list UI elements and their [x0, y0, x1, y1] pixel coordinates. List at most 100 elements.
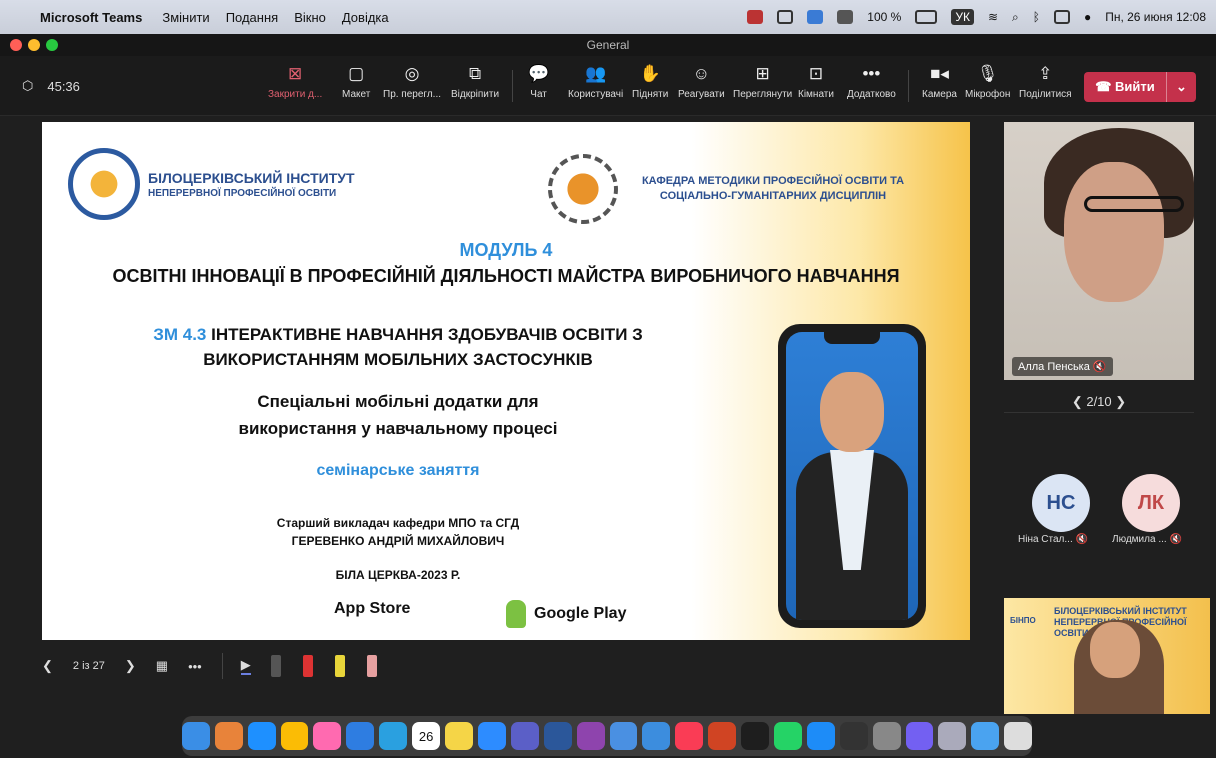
- macos-dock: 26: [181, 716, 1033, 756]
- downloads-folder-icon[interactable]: [971, 722, 1000, 750]
- prev-slide-icon[interactable]: ❮: [42, 658, 53, 674]
- status-app-icon-2[interactable]: [807, 10, 824, 24]
- shield-icon[interactable]: [777, 10, 794, 24]
- chat-button[interactable]: 💬 Чат: [528, 64, 549, 100]
- siri-icon[interactable]: ●: [1084, 10, 1091, 24]
- participant-video-main[interactable]: Алла Пенська 🔇: [1004, 122, 1194, 380]
- chrome-icon[interactable]: [280, 722, 309, 750]
- calendar-icon[interactable]: 26: [412, 722, 441, 750]
- finder-icon[interactable]: [181, 722, 210, 750]
- participant-avatar-1[interactable]: НС: [1032, 474, 1090, 532]
- next-slide-icon[interactable]: ❯: [125, 658, 136, 674]
- mic-label: Мікрофон: [965, 89, 1011, 100]
- word-icon[interactable]: [543, 722, 572, 750]
- camera-button[interactable]: ■◂ Камера: [922, 64, 957, 100]
- mic-off-icon: 🔇: [1169, 534, 1182, 545]
- participant-name-tag: Алла Пенська 🔇: [1012, 357, 1113, 376]
- share-button[interactable]: ⇪ Поділитися: [1019, 64, 1072, 100]
- chevron-down-icon[interactable]: ⌄: [1166, 72, 1196, 102]
- leave-button[interactable]: ☎ Вийти ⌄: [1084, 72, 1196, 102]
- close-share-button[interactable]: ⊠ Закрити д...: [268, 64, 322, 100]
- google-play-label: Google Play: [534, 605, 627, 622]
- menu-help[interactable]: Довідка: [342, 10, 389, 25]
- input-source[interactable]: УК: [951, 9, 974, 25]
- rooms-button[interactable]: ⊡ Кімнати: [798, 64, 834, 100]
- mic-button[interactable]: 🎙 Мікрофон: [965, 64, 1010, 100]
- pen-red-icon[interactable]: [302, 655, 313, 677]
- raise-hand-button[interactable]: ✋ Підняти: [632, 64, 668, 100]
- zoom-icon[interactable]: [477, 722, 506, 750]
- control-center-icon[interactable]: [1053, 10, 1070, 24]
- react-button[interactable]: ☺ Реагувати: [678, 64, 725, 100]
- menubar-clock[interactable]: Пн, 26 июня 12:08: [1105, 10, 1206, 24]
- lecturer-position: Старший викладач кафедри МПО та СГД: [276, 516, 520, 530]
- menu-app-name[interactable]: Microsoft Teams: [40, 10, 142, 25]
- eraser-icon[interactable]: [366, 655, 377, 677]
- photos-icon[interactable]: [313, 722, 342, 750]
- rooms-label: Кімнати: [798, 89, 834, 100]
- topic-line-2: використання у навчальному процесі: [238, 419, 558, 438]
- calculator-icon[interactable]: [839, 722, 868, 750]
- pages-icon[interactable]: [642, 722, 671, 750]
- powerpoint-icon[interactable]: [708, 722, 737, 750]
- minimize-window-button[interactable]: [28, 39, 40, 51]
- zoom-window-button[interactable]: [46, 39, 58, 51]
- institute-name: БІЛОЦЕРКІВСЬКИЙ ІНСТИТУТ НЕПЕРЕРВНОЇ ПРОФ…: [148, 170, 355, 202]
- wifi-icon[interactable]: ≋: [988, 10, 998, 24]
- notes-icon[interactable]: [445, 722, 473, 750]
- participant-avatar-2[interactable]: ЛК: [1122, 474, 1180, 532]
- pointer-tool-icon[interactable]: ▶: [240, 657, 251, 675]
- people-button[interactable]: 👥 Користувачі: [568, 64, 623, 100]
- bluetooth-icon[interactable]: ᛒ: [1033, 10, 1040, 24]
- pen-black-icon[interactable]: [270, 655, 281, 677]
- shield-icon: ⬡: [22, 78, 34, 93]
- chevron-right-icon[interactable]: ❯: [1115, 394, 1126, 409]
- mail-icon[interactable]: [346, 722, 375, 750]
- viber-icon[interactable]: [905, 722, 934, 750]
- layout-button[interactable]: ▢ Макет: [342, 64, 370, 100]
- teams-icon[interactable]: [510, 722, 539, 750]
- mic-off-icon: 🔇: [1092, 361, 1107, 373]
- photo-head: [820, 372, 884, 452]
- trash-icon[interactable]: [1004, 722, 1033, 750]
- slide-controls: ❮ 2 із 27 ❯ ▦ ••• ▶: [42, 646, 399, 686]
- battery-percent[interactable]: 100 %: [867, 10, 901, 24]
- slide-grid-icon[interactable]: ▦: [156, 658, 168, 674]
- view-label: Переглянути: [733, 89, 793, 100]
- menu-edit[interactable]: Змінити: [162, 10, 209, 25]
- view-button[interactable]: ⊞ Переглянути: [733, 64, 792, 100]
- screen-share-icon[interactable]: [938, 722, 967, 750]
- battery-icon[interactable]: [915, 10, 938, 24]
- participant-name: Алла Пенська: [1018, 361, 1090, 373]
- pager-value: 2/10: [1086, 394, 1112, 409]
- safari-icon[interactable]: [247, 722, 276, 750]
- eye-icon: ◎: [404, 64, 420, 83]
- music-icon[interactable]: [675, 722, 704, 750]
- appstore-icon[interactable]: [806, 722, 835, 750]
- close-window-button[interactable]: [10, 39, 22, 51]
- app-store-badge: App Store: [326, 600, 410, 618]
- app-icon-dark[interactable]: [741, 722, 769, 750]
- whatsapp-icon[interactable]: [773, 722, 802, 750]
- more-button[interactable]: ••• Додатково: [847, 64, 896, 100]
- app-icon[interactable]: [609, 722, 638, 750]
- highlighter-icon[interactable]: [334, 655, 345, 677]
- viber-like-icon[interactable]: [576, 722, 605, 750]
- settings-icon[interactable]: [872, 722, 901, 750]
- search-icon[interactable]: ⌕: [1012, 10, 1019, 25]
- chevron-left-icon[interactable]: ❮: [1072, 394, 1083, 409]
- phone-mockup: [778, 324, 926, 628]
- status-app-icon-3[interactable]: [837, 10, 854, 24]
- menu-window[interactable]: Вікно: [294, 10, 326, 25]
- more-icon[interactable]: •••: [188, 659, 202, 674]
- submodule-title: ЗМ 4.3 ІНТЕРАКТИВНЕ НАВЧАННЯ ЗДОБУВАЧІВ …: [42, 322, 754, 372]
- status-app-icon[interactable]: [747, 10, 764, 24]
- popout-button[interactable]: ⧉ Відкріпити: [451, 64, 499, 100]
- launchpad-icon[interactable]: [214, 722, 243, 750]
- department-logo: [548, 154, 618, 224]
- presenter-video[interactable]: БІНПО БІЛОЦЕРКІВСЬКИЙ ІНСТИТУТ НЕПЕРЕРВНО…: [1004, 598, 1210, 714]
- menu-view[interactable]: Подання: [226, 10, 279, 25]
- meeting-toolbar: ⬡ 45:36 ⊠ Закрити д... ▢ Макет ◎ Пр. перегл.…: [0, 56, 1216, 116]
- telegram-icon[interactable]: [379, 722, 408, 750]
- preview-button[interactable]: ◎ Пр. перегл...: [383, 64, 441, 100]
